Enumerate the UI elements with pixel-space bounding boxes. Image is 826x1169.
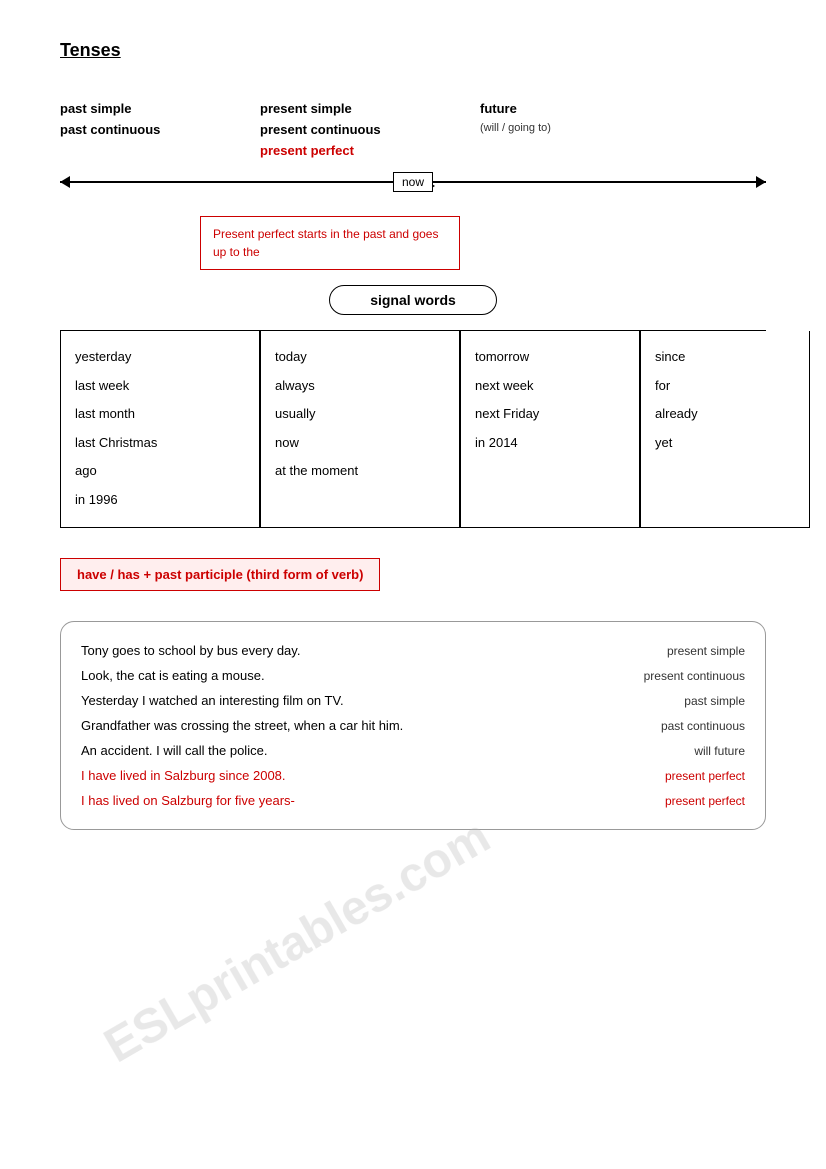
signal-box-perfect: sinceforalreadyyet <box>640 331 810 528</box>
signal-word: in 2014 <box>475 429 625 458</box>
formula-box: have / has + past participle (third form… <box>60 558 380 591</box>
signal-word: next week <box>475 372 625 401</box>
signal-word: last Christmas <box>75 429 245 458</box>
example-tense: present simple <box>565 644 745 658</box>
signal-word: now <box>275 429 445 458</box>
example-sentence: Look, the cat is eating a mouse. <box>81 668 565 683</box>
signal-word: yet <box>655 429 795 458</box>
timeline-section: now <box>60 168 766 196</box>
signal-word: yesterday <box>75 343 245 372</box>
example-sentence: Grandfather was crossing the street, whe… <box>81 718 565 733</box>
signal-word: at the moment <box>275 457 445 486</box>
signal-box-present: todayalwaysusuallynowat the moment <box>260 331 460 528</box>
signal-box-future: tomorrownext weeknext Fridayin 2014 <box>460 331 640 528</box>
timeline-arrow: now <box>60 168 766 196</box>
present-perfect-note: Present perfect starts in the past and g… <box>200 216 460 270</box>
example-sentence: I have lived in Salzburg since 2008. <box>81 768 565 783</box>
signal-word: next Friday <box>475 400 625 429</box>
example-tense: past continuous <box>565 719 745 733</box>
example-tense: present perfect <box>565 769 745 783</box>
signal-word: since <box>655 343 795 372</box>
tense-past-simple: past simple <box>60 101 260 116</box>
example-row: Grandfather was crossing the street, whe… <box>81 713 745 738</box>
signal-box-past: yesterdaylast weeklast monthlast Christm… <box>60 331 260 528</box>
arrow-right-icon <box>756 176 766 188</box>
example-row: Tony goes to school by bus every day.pre… <box>81 638 745 663</box>
signal-word: usually <box>275 400 445 429</box>
watermark: ESLprintables.com <box>95 809 499 1074</box>
example-tense: present perfect <box>565 794 745 808</box>
example-row: Look, the cat is eating a mouse.present … <box>81 663 745 688</box>
tense-present-perfect: present perfect <box>260 143 480 158</box>
signal-word: last month <box>75 400 245 429</box>
signal-word: for <box>655 372 795 401</box>
example-sentence: I has lived on Salzburg for five years- <box>81 793 565 808</box>
example-row: I have lived in Salzburg since 2008.pres… <box>81 763 745 788</box>
example-tense: will future <box>565 744 745 758</box>
signal-word: always <box>275 372 445 401</box>
tense-future: future <box>480 101 680 116</box>
arrow-left-icon <box>60 176 70 188</box>
signal-word: in 1996 <box>75 486 245 515</box>
tense-past-continuous: past continuous <box>60 122 260 137</box>
formula-container: have / has + past participle (third form… <box>60 548 766 611</box>
signal-word: already <box>655 400 795 429</box>
signal-word: today <box>275 343 445 372</box>
example-sentence: Tony goes to school by bus every day. <box>81 643 565 658</box>
tense-will-going-to: (will / going to) <box>480 122 680 137</box>
now-box: now <box>393 172 433 192</box>
example-row: An accident. I will call the police.will… <box>81 738 745 763</box>
example-sentence: An accident. I will call the police. <box>81 743 565 758</box>
signal-word: tomorrow <box>475 343 625 372</box>
example-row: I has lived on Salzburg for five years-p… <box>81 788 745 813</box>
examples-box: Tony goes to school by bus every day.pre… <box>60 621 766 830</box>
tense-present-continuous: present continuous <box>260 122 480 137</box>
signal-words-container: signal words <box>60 285 766 315</box>
tense-present-simple: present simple <box>260 101 480 116</box>
signal-word: ago <box>75 457 245 486</box>
signal-boxes: yesterdaylast weeklast monthlast Christm… <box>60 330 766 528</box>
tenses-grid: past simple present simple future past c… <box>60 101 766 158</box>
example-sentence: Yesterday I watched an interesting film … <box>81 693 565 708</box>
signal-words-oval: signal words <box>329 285 497 315</box>
signal-word: last week <box>75 372 245 401</box>
example-row: Yesterday I watched an interesting film … <box>81 688 745 713</box>
example-tense: present continuous <box>565 669 745 683</box>
example-tense: past simple <box>565 694 745 708</box>
page-title: Tenses <box>60 40 766 61</box>
